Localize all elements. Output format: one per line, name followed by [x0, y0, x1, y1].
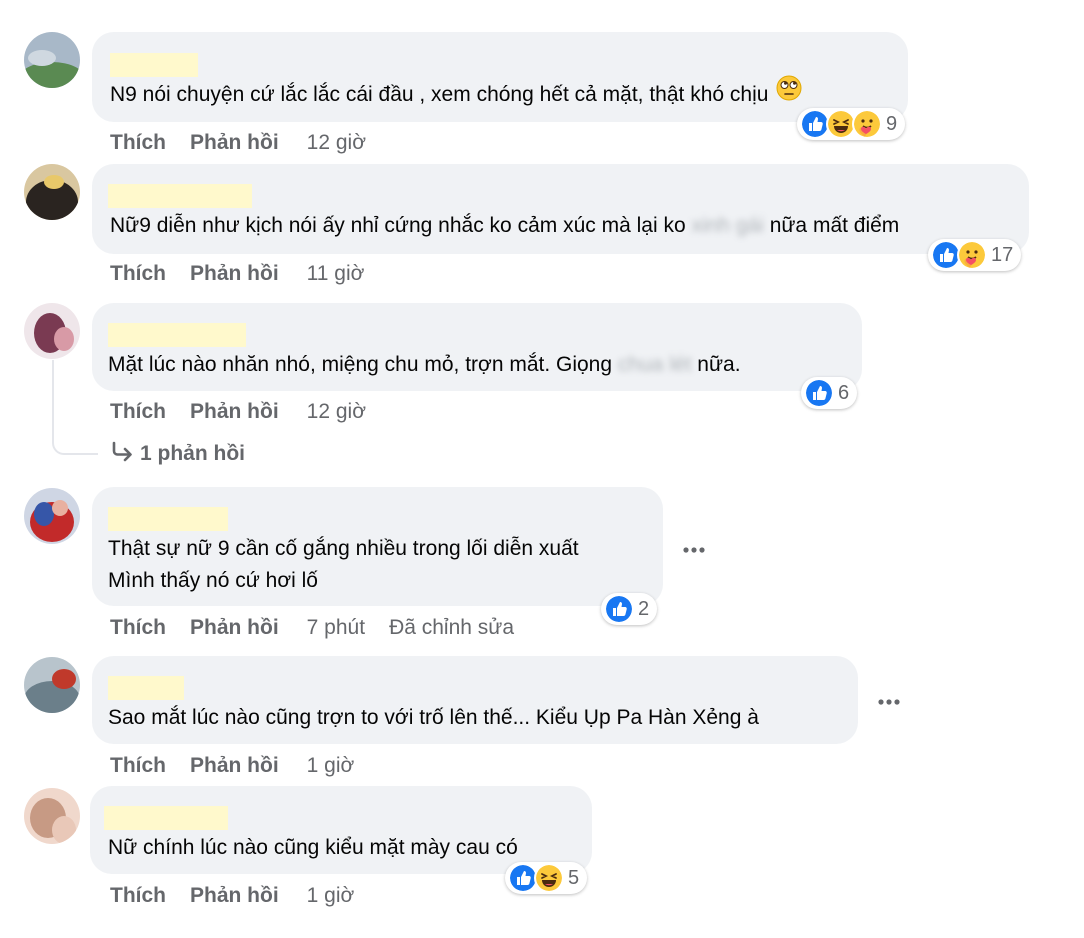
comment-actions: Thích Phản hồi 1 giờ — [110, 882, 354, 910]
avatar[interactable] — [24, 32, 80, 88]
comment-text-end: nữa mất điểm — [763, 214, 900, 237]
like-reaction-icon — [804, 378, 834, 408]
comment-bubble: Thật sự nữ 9 cần cố gắng nhiều trong lối… — [92, 487, 663, 606]
avatar[interactable] — [24, 303, 80, 359]
comment-text: Mặt lúc nào nhăn nhó, miệng chu mỏ, trợn… — [108, 349, 741, 381]
timestamp[interactable]: 1 giờ — [307, 884, 355, 907]
comment-text-end: nữa. — [691, 353, 741, 376]
more-options-icon[interactable] — [875, 692, 905, 712]
comment-text: Sao mắt lúc nào cũng trợn to với trố lên… — [108, 706, 759, 729]
reply-button[interactable]: Phản hồi — [190, 262, 279, 285]
reaction-summary[interactable]: 2 — [601, 593, 658, 625]
comment-actions: Thích Phản hồi 7 phút Đã chỉnh sửa — [110, 614, 514, 642]
reply-button[interactable]: Phản hồi — [190, 884, 279, 907]
comment-bubble: Nữ9 diễn như kịch nói ấy nhỉ cứng nhắc k… — [92, 164, 1029, 254]
reaction-count: 2 — [638, 597, 650, 620]
avatar[interactable] — [24, 164, 80, 220]
replies-count-label: 1 phản hồi — [140, 442, 245, 465]
comment-text: N9 nói chuyện cứ lắc lắc cái đầu , xem c… — [110, 75, 802, 111]
timestamp[interactable]: 11 giờ — [307, 262, 365, 285]
blurred-word: xinh gái — [691, 214, 764, 237]
redacted-author-name[interactable] — [108, 323, 246, 347]
like-button[interactable]: Thích — [110, 262, 166, 285]
comment-text: Nữ chính lúc nào cũng kiểu mặt mày cau c… — [108, 836, 518, 859]
comment-text: Nữ9 diễn như kịch nói ấy nhỉ cứng nhắc k… — [110, 210, 899, 242]
care-reaction-icon — [852, 109, 882, 139]
timestamp[interactable]: 1 giờ — [307, 754, 355, 777]
view-replies-link[interactable]: 1 phản hồi — [110, 438, 245, 470]
like-button[interactable]: Thích — [110, 884, 166, 907]
blurred-word: chua lét — [617, 353, 692, 376]
reply-arrow-icon — [112, 442, 132, 462]
redacted-author-name[interactable] — [104, 806, 228, 830]
care-reaction-icon — [957, 240, 987, 270]
like-button[interactable]: Thích — [110, 754, 166, 777]
redacted-author-name[interactable] — [108, 507, 228, 531]
reaction-count: 9 — [886, 112, 898, 135]
redacted-author-name[interactable] — [108, 184, 252, 208]
timestamp[interactable]: 12 giờ — [307, 400, 366, 423]
avatar[interactable] — [24, 788, 80, 844]
comment-text-body: Nữ9 diễn như kịch nói ấy nhỉ cứng nhắc k… — [110, 214, 692, 237]
comment-actions: Thích Phản hồi 11 giờ — [110, 260, 364, 288]
like-button[interactable]: Thích — [110, 400, 166, 423]
comment-text-line-1: Thật sự nữ 9 cần cố gắng nhiều trong lối… — [108, 537, 579, 560]
reply-button[interactable]: Phản hồi — [190, 754, 279, 777]
comment-actions: Thích Phản hồi 12 giờ — [110, 398, 366, 426]
reply-button[interactable]: Phản hồi — [190, 131, 279, 154]
like-reaction-icon — [604, 594, 634, 624]
reaction-summary[interactable]: 6 — [801, 377, 858, 409]
like-button[interactable]: Thích — [110, 616, 166, 639]
more-options-icon[interactable] — [680, 540, 710, 560]
comment-actions: Thích Phản hồi 12 giờ — [110, 129, 366, 157]
reply-button[interactable]: Phản hồi — [190, 400, 279, 423]
comment-text-body: Mặt lúc nào nhăn nhó, miệng chu mỏ, trợn… — [108, 353, 618, 376]
reply-thread-line — [52, 360, 98, 455]
timestamp[interactable]: 12 giờ — [307, 131, 366, 154]
laugh-reaction-icon — [534, 863, 564, 893]
comment-bubble: Mặt lúc nào nhăn nhó, miệng chu mỏ, trợn… — [92, 303, 862, 391]
comment-bubble: Nữ chính lúc nào cũng kiểu mặt mày cau c… — [90, 786, 592, 874]
comment-text-line-2: Mình thấy nó cứ hơi lố — [108, 569, 318, 592]
reaction-count: 5 — [568, 866, 580, 889]
comment-bubble: Sao mắt lúc nào cũng trợn to với trố lên… — [92, 656, 858, 744]
edited-label[interactable]: Đã chỉnh sửa — [389, 616, 514, 639]
avatar[interactable] — [24, 488, 80, 544]
reaction-count: 6 — [838, 381, 850, 404]
comment-bubble: N9 nói chuyện cứ lắc lắc cái đầu , xem c… — [92, 32, 908, 122]
reaction-count: 17 — [991, 243, 1014, 266]
redacted-author-name[interactable] — [108, 676, 184, 700]
reaction-summary[interactable]: 17 — [928, 239, 1022, 271]
comment-text-body: N9 nói chuyện cứ lắc lắc cái đầu , xem c… — [110, 83, 769, 106]
avatar[interactable] — [24, 657, 80, 713]
redacted-author-name[interactable] — [110, 53, 198, 77]
reaction-summary[interactable]: 9 — [797, 108, 906, 140]
face-with-rolling-eyes-emoji — [776, 75, 802, 111]
like-button[interactable]: Thích — [110, 131, 166, 154]
reaction-summary[interactable]: 5 — [505, 862, 588, 894]
comment-actions: Thích Phản hồi 1 giờ — [110, 752, 354, 780]
timestamp[interactable]: 7 phút — [307, 616, 365, 639]
reply-button[interactable]: Phản hồi — [190, 616, 279, 639]
